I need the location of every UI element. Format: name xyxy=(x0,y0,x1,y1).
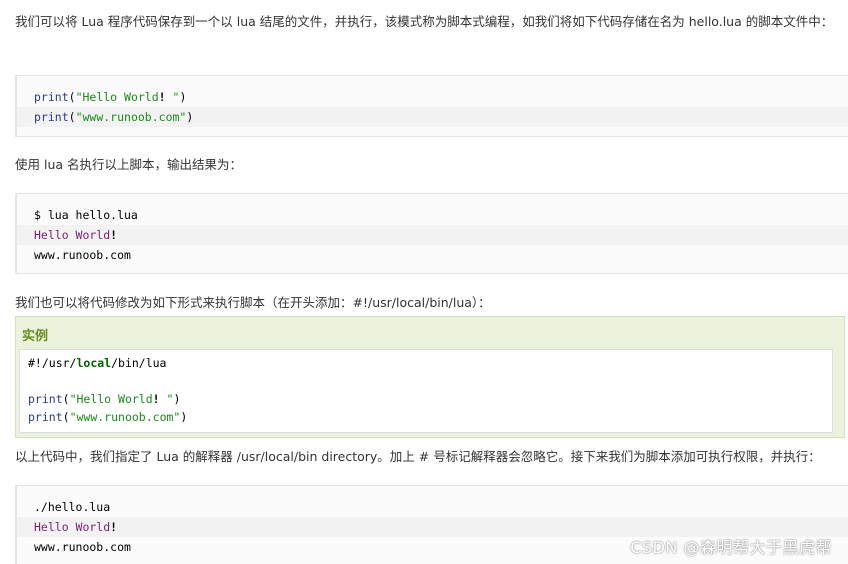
code-print-keyword: print xyxy=(28,410,63,424)
output-block-lua: $ lua hello.lua Hello World! www.runoob.… xyxy=(15,193,848,274)
code-string-end: " xyxy=(159,392,174,406)
code-line: print("www.runoob.com") xyxy=(20,408,832,426)
example-title: 实例 xyxy=(22,329,49,344)
code-line: print("www.runoob.com") xyxy=(17,107,848,127)
shebang-suffix: /bin/lua xyxy=(111,356,167,370)
code-string: "www.runoob.com" xyxy=(75,110,187,124)
code-paren: ) xyxy=(180,410,188,424)
output-site: www.runoob.com xyxy=(34,248,131,262)
shebang-local: local xyxy=(76,356,112,370)
code-paren: ( xyxy=(62,410,70,424)
code-line: print("Hello World! ") xyxy=(17,87,848,107)
code-string-end: " xyxy=(165,90,180,104)
code-paren: ( xyxy=(68,110,76,124)
intro-paragraph: 我们可以将 Lua 程序代码保存到一个以 lua 结尾的文件，并执行，该模式称为… xyxy=(15,14,834,29)
output-bang: ! xyxy=(110,520,118,534)
code-bang: ! xyxy=(152,392,160,406)
code-print-keyword: print xyxy=(28,392,63,406)
output-command: ./hello.lua xyxy=(34,500,111,514)
example-box: 实例 #!/usr/local/bin/lua print("Hello Wor… xyxy=(15,316,845,438)
csdn-watermark: CSDN @森明帮大于黑虎帮 xyxy=(630,538,832,557)
shebang-paragraph: 我们也可以将代码修改为如下形式来执行脚本（在开头添加：#!/usr/local/… xyxy=(15,295,491,310)
code-paren: ( xyxy=(68,90,76,104)
shebang-prefix: #!/usr/ xyxy=(28,356,77,370)
code-line: print("Hello World! ") xyxy=(20,390,832,408)
output-command: $ lua hello.lua xyxy=(34,208,138,222)
code-string: "Hello World xyxy=(69,392,153,406)
code-print-keyword: print xyxy=(34,90,69,104)
code-print-keyword: print xyxy=(34,110,69,124)
code-line-shebang: #!/usr/local/bin/lua xyxy=(20,354,832,372)
code-block-hello: print("Hello World! ") print("www.runoob… xyxy=(15,75,848,137)
output-hello: Hello World xyxy=(34,228,111,242)
code-string: "www.runoob.com" xyxy=(69,410,181,424)
output-bang: ! xyxy=(110,228,118,242)
code-bang: ! xyxy=(158,90,166,104)
output-hello: Hello World xyxy=(34,520,111,534)
run-script-paragraph: 使用 lua 名执行以上脚本，输出结果为： xyxy=(15,157,243,172)
code-string: "Hello World xyxy=(75,90,159,104)
code-paren: ) xyxy=(179,90,187,104)
interpreter-paragraph: 以上代码中，我们指定了 Lua 的解释器 /usr/local/bin dire… xyxy=(15,449,821,464)
code-paren: ) xyxy=(173,392,181,406)
output-line: Hello World! xyxy=(17,225,848,245)
example-code: #!/usr/local/bin/lua print("Hello World!… xyxy=(19,349,833,433)
code-paren: ) xyxy=(186,110,194,124)
code-paren: ( xyxy=(62,392,70,406)
